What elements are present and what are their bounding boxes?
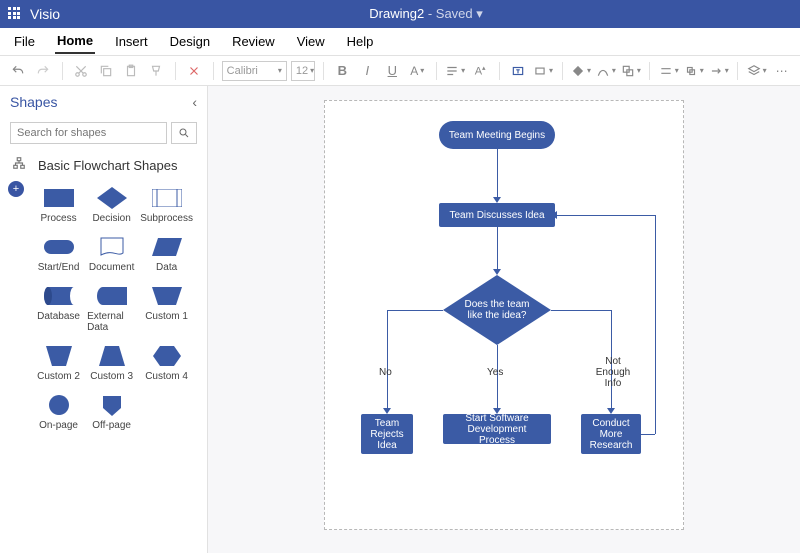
layers-button[interactable]: ▾ xyxy=(746,60,767,82)
connector-button[interactable]: ▾ xyxy=(708,60,729,82)
flow-start[interactable]: Team Meeting Begins xyxy=(439,121,555,149)
shape-style-button[interactable]: ▾ xyxy=(533,60,554,82)
drawing-page[interactable]: Team Meeting Begins Team Discusses Idea … xyxy=(324,100,684,530)
bold-button[interactable]: B xyxy=(332,60,353,82)
search-button[interactable] xyxy=(171,122,197,144)
connector[interactable] xyxy=(387,310,388,408)
add-stencil-button[interactable]: + xyxy=(8,181,24,197)
shape-data[interactable]: Data xyxy=(140,236,193,273)
tab-file[interactable]: File xyxy=(12,30,37,53)
shape-decision[interactable]: Decision xyxy=(87,187,136,224)
tab-review[interactable]: Review xyxy=(230,30,277,53)
bring-front-button[interactable]: ▾ xyxy=(683,60,704,82)
font-size-select[interactable]: 12▾ xyxy=(291,61,315,81)
flow-research[interactable]: Conduct More Research xyxy=(581,414,641,454)
drawing-canvas[interactable]: Team Meeting Begins Team Discusses Idea … xyxy=(208,86,800,553)
title-bar: Visio Drawing2 - Saved ▾ xyxy=(0,0,800,28)
shape-custom3[interactable]: Custom 3 xyxy=(87,345,136,382)
stencil-tree-icon xyxy=(12,156,26,173)
connector[interactable] xyxy=(387,310,443,311)
flow-decision[interactable]: Does the team like the idea? xyxy=(443,275,551,345)
shape-document[interactable]: Document xyxy=(87,236,136,273)
connector[interactable] xyxy=(497,149,498,197)
redo-button[interactable] xyxy=(33,60,54,82)
tab-insert[interactable]: Insert xyxy=(113,30,150,53)
cut-button[interactable] xyxy=(71,60,92,82)
align-button[interactable]: ▾ xyxy=(445,60,466,82)
app-name: Visio xyxy=(30,6,60,22)
shape-startend[interactable]: Start/End xyxy=(34,236,83,273)
underline-button[interactable]: U xyxy=(382,60,403,82)
branch-label-no: No xyxy=(379,367,392,378)
connector[interactable] xyxy=(655,215,656,434)
italic-button[interactable]: I xyxy=(357,60,378,82)
copy-button[interactable] xyxy=(96,60,117,82)
tab-home[interactable]: Home xyxy=(55,29,95,54)
flow-reject[interactable]: Team Rejects Idea xyxy=(361,414,413,454)
connector[interactable] xyxy=(641,434,655,435)
shape-custom2[interactable]: Custom 2 xyxy=(34,345,83,382)
app-launcher-icon[interactable] xyxy=(8,7,22,21)
branch-label-yes: Yes xyxy=(487,367,503,378)
arrange-button[interactable]: ▾ xyxy=(620,60,641,82)
document-title[interactable]: Drawing2 - Saved ▾ xyxy=(60,6,792,22)
connector[interactable] xyxy=(555,215,655,216)
delete-button[interactable] xyxy=(184,60,205,82)
more-button[interactable]: ⋯ xyxy=(771,60,792,82)
shape-database[interactable]: Database xyxy=(34,285,83,333)
connector[interactable] xyxy=(497,227,498,269)
stencil-header[interactable]: Basic Flowchart Shapes xyxy=(0,152,207,177)
undo-button[interactable] xyxy=(8,60,29,82)
format-painter-button[interactable] xyxy=(146,60,167,82)
tab-design[interactable]: Design xyxy=(168,30,212,53)
shapes-panel-title: Shapes xyxy=(10,94,57,110)
connector[interactable] xyxy=(551,310,611,311)
line-button[interactable]: ▾ xyxy=(595,60,616,82)
shapes-panel: Shapes ‹ Basic Flowchart Shapes + Process… xyxy=(0,86,208,553)
tab-help[interactable]: Help xyxy=(345,30,376,53)
flow-build[interactable]: Start Software Development Process xyxy=(443,414,551,444)
position-button[interactable]: ▾ xyxy=(658,60,679,82)
shape-subprocess[interactable]: Subprocess xyxy=(140,187,193,224)
fill-button[interactable]: ▾ xyxy=(570,60,591,82)
arrowhead-icon xyxy=(551,211,557,219)
ribbon-toolbar: Calibri▾ 12▾ B I U A▾ ▾ A▴ ▾ ▾ ▾ ▾ ▾ ▾ ▾… xyxy=(0,56,800,86)
font-size-increase-button[interactable]: A▴ xyxy=(470,60,491,82)
collapse-panel-button[interactable]: ‹ xyxy=(192,94,197,110)
shape-custom4[interactable]: Custom 4 xyxy=(140,345,193,382)
flow-discuss[interactable]: Team Discusses Idea xyxy=(439,203,555,227)
tab-view[interactable]: View xyxy=(295,30,327,53)
font-select[interactable]: Calibri▾ xyxy=(222,61,287,81)
font-color-button[interactable]: A▾ xyxy=(407,60,428,82)
shape-onpage[interactable]: On-page xyxy=(34,394,83,431)
menu-bar: File Home Insert Design Review View Help xyxy=(0,28,800,56)
paste-button[interactable] xyxy=(121,60,142,82)
shape-external[interactable]: External Data xyxy=(87,285,136,333)
search-input[interactable] xyxy=(10,122,167,144)
shape-offpage[interactable]: Off-page xyxy=(87,394,136,431)
shape-process[interactable]: Process xyxy=(34,187,83,224)
branch-label-moreinfo: Not Enough Info xyxy=(591,356,635,389)
shape-custom1[interactable]: Custom 1 xyxy=(140,285,193,333)
text-box-button[interactable] xyxy=(508,60,529,82)
